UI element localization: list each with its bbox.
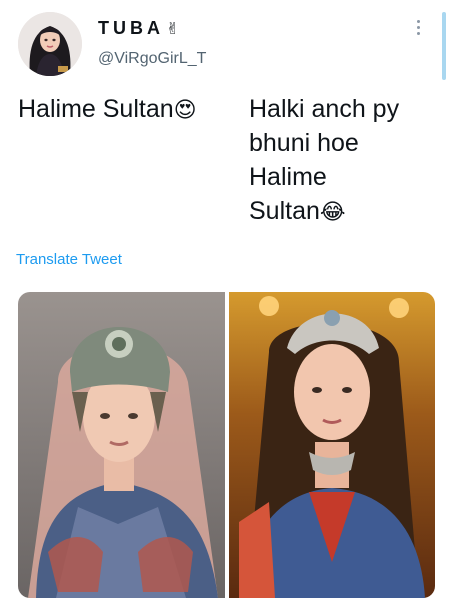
display-name-row[interactable]: TUBA ✌ [98, 18, 179, 39]
tweet-text-left: Halime Sultan😍 [18, 92, 197, 128]
more-options-icon[interactable] [410, 14, 426, 40]
heart-eyes-emoji-icon: 😍 [173, 98, 197, 123]
photo-halime-original[interactable] [18, 292, 225, 598]
tweet-text-line: bhuni hoe [249, 129, 359, 157]
avatar[interactable] [18, 12, 82, 76]
tweet-text-line: Halki anch py [249, 95, 400, 123]
tweet-text-line-last: Sultan😂 [249, 194, 439, 230]
victory-hand-icon: ✌ [166, 20, 180, 38]
laughing-tears-emoji-icon: 😂 [319, 200, 346, 225]
tweet-text-left-label: Halime Sultan [18, 95, 174, 123]
user-handle[interactable]: @ViRgoGirL_T [98, 50, 206, 68]
translate-tweet-link[interactable]: Translate Tweet [16, 251, 122, 268]
tweet-text-line: Sultan [249, 197, 320, 225]
tweet-header: TUBA ✌ @ViRgoGirL_T [18, 12, 428, 78]
photo-halime-lookalike[interactable] [228, 292, 436, 598]
tweet-text-right: Halki anch py bhuni hoe Halime Sultan😂 [249, 92, 439, 230]
tweet-text-line: Halime [249, 163, 327, 191]
tweet-media [18, 292, 435, 598]
scroll-indicator[interactable] [442, 12, 446, 80]
display-name[interactable]: TUBA [98, 18, 164, 39]
